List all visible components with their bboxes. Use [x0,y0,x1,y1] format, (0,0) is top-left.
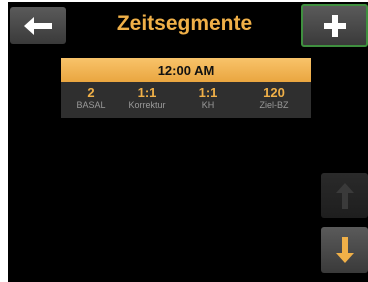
add-button[interactable] [301,4,368,47]
segment-values: 2 BASAL 1:1 Korrektur 1:1 KH 120 Ziel-BZ [61,82,311,118]
arrow-up-icon [335,182,354,209]
segment-correction: 1:1 Korrektur [115,86,179,111]
page-title: Zeitsegmente [116,12,253,35]
time-segment-row[interactable]: 12:00 AM 2 BASAL 1:1 Korrektur 1:1 KH 12… [61,58,311,118]
scroll-down-button[interactable] [321,227,368,273]
carb-label: KH [201,100,215,110]
segment-carb: 1:1 KH [176,86,240,111]
arrow-left-icon [24,16,52,35]
correction-label: Korrektur [128,100,166,110]
scroll-up-button[interactable] [321,173,368,218]
carb-value: 1:1 [198,85,218,100]
basal-value: 2 [87,85,95,100]
segment-basal: 2 BASAL [59,86,123,111]
arrow-down-icon [335,237,354,263]
target-label: Ziel-BZ [259,100,289,110]
segment-time: 12:00 AM [61,58,311,82]
segment-target: 120 Ziel-BZ [242,86,306,111]
correction-value: 1:1 [137,85,157,100]
plus-icon [323,14,346,37]
back-button[interactable] [10,7,66,44]
device-screen: Zeitsegmente 12:00 AM 2 BASAL 1:1 Korrek… [8,2,368,282]
basal-label: BASAL [76,100,106,110]
target-value: 120 [263,85,285,100]
